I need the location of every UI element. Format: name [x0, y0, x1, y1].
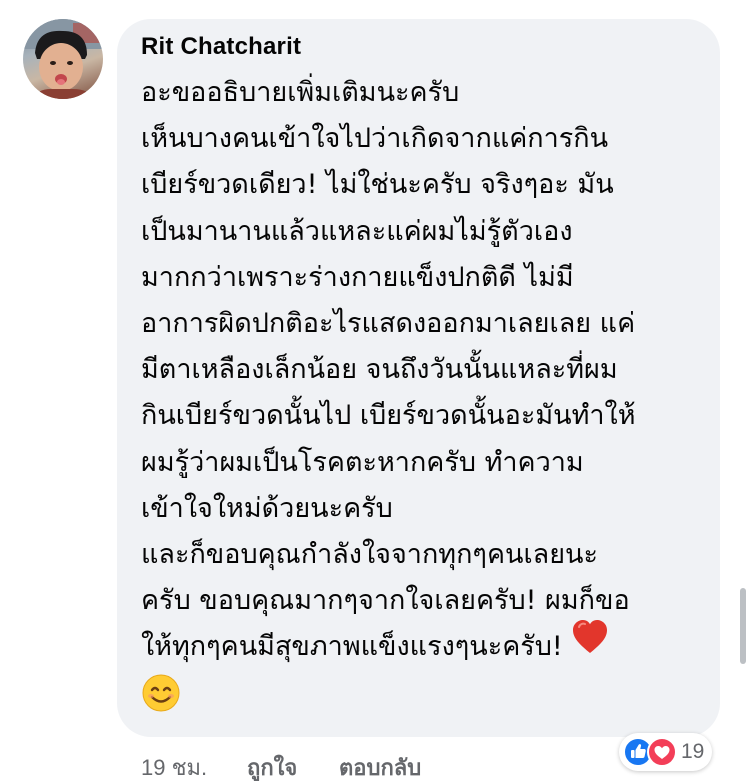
comment-line: มากกว่าเพราะร่างกายแข็งปกติดี ไม่มี — [141, 261, 574, 293]
comment-timestamp[interactable]: 19 ชม. — [141, 750, 247, 784]
comment-line: ผมรู้ว่าผมเป็นโรคตะหากครับ ทำความ — [141, 446, 584, 478]
comment-line: ครับ ขอบคุณมากๆจากใจเลยครับ! ผมก็ขอ — [141, 585, 630, 617]
comment-line: เห็นบางคนเข้าใจไปว่าเกิดจากแค่การกิน — [141, 123, 609, 155]
reactions-summary[interactable]: 19 — [619, 733, 713, 771]
comment-line: อะขออธิบายเพิ่มเติมนะครับ — [141, 77, 460, 108]
avatar[interactable] — [23, 19, 103, 99]
comment-author[interactable]: Rit Chatcharit — [141, 33, 301, 61]
comment-line: เข้าใจใหม่ด้วยนะครับ — [141, 492, 393, 524]
smiling-face-emoji — [141, 673, 181, 728]
comment-screen: Rit Chatcharit อะขออธิบายเพิ่มเติมนะครับ… — [0, 0, 750, 784]
comment-line: เบียร์ขวดเดียว! ไม่ใช่นะครับ จริงๆอะ มัน — [141, 169, 614, 201]
red-heart-emoji — [571, 619, 609, 670]
comment-line: เป็นมานานแล้วแหละแค่ผมไม่รู้ตัวเอง — [141, 215, 573, 247]
comment-meta: 19 ชม. ถูกใจ ตอบกลับ — [141, 750, 421, 784]
comment-line-with-smile — [141, 671, 711, 728]
comment-line: กินเบียร์ขวดนั้นไป เบียร์ขวดนั้นอะมันทำใ… — [141, 400, 636, 432]
comment-line-with-heart: ให้ทุกๆคนมีสุขภาพแข็งแรงๆนะครับ! — [141, 620, 711, 670]
comment-line: อาการผิดปกติอะไรแสดงออกมาเลยเลย แค่ — [141, 308, 636, 340]
like-button[interactable]: ถูกใจ — [247, 750, 339, 784]
comment-line: ให้ทุกๆคนมีสุขภาพแข็งแรงๆนะครับ! — [141, 631, 563, 663]
comment-text: อะขออธิบายเพิ่มเติมนะครับ เห็นบางคนเข้าใ… — [141, 70, 711, 728]
comment-line: และก็ขอบคุณกำลังใจจากทุกๆคนเลยนะ — [141, 539, 599, 571]
reaction-count: 19 — [681, 740, 705, 763]
love-reaction-icon — [647, 737, 677, 767]
comment-line: มีตาเหลืองเล็กน้อย จนถึงวันนั้นแหละที่ผม — [141, 354, 618, 386]
reply-button[interactable]: ตอบกลับ — [339, 750, 421, 784]
scrollbar-thumb[interactable] — [740, 588, 746, 664]
